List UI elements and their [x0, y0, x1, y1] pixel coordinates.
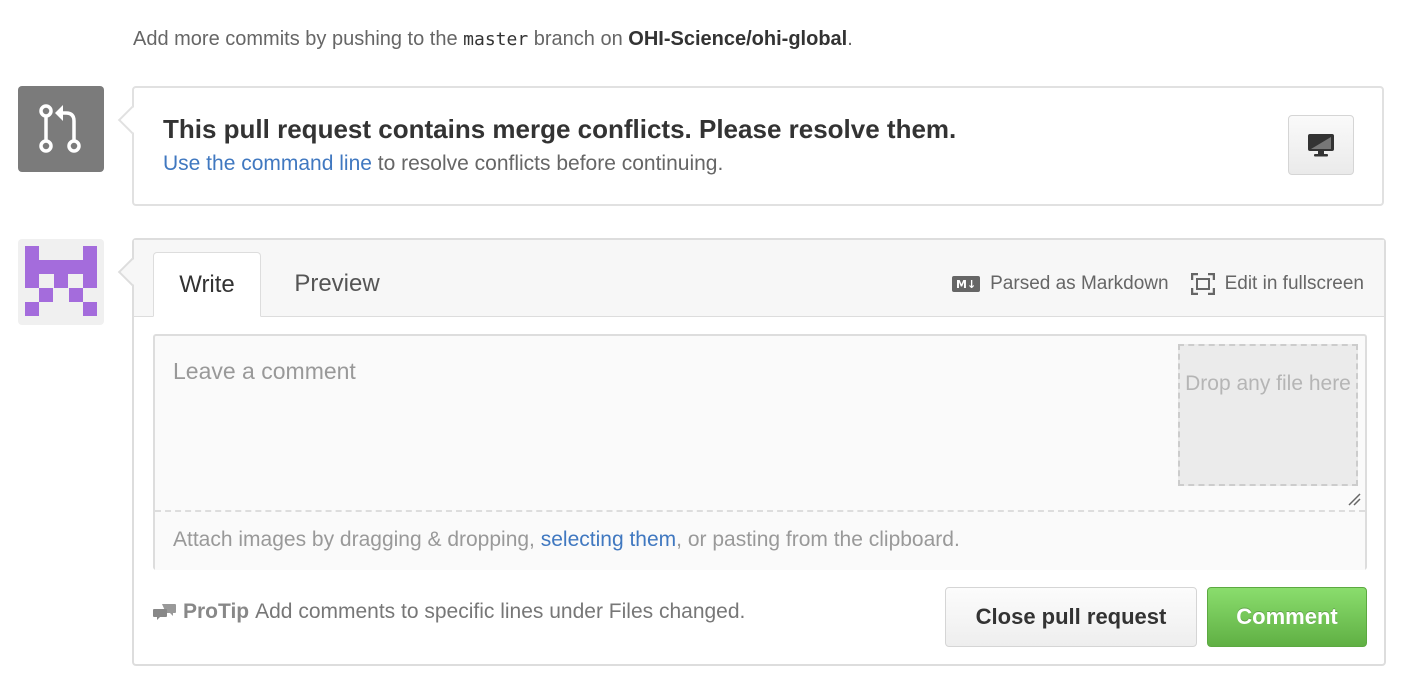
file-drop-zone[interactable]: Drop any file here [1178, 344, 1358, 486]
merge-conflict-panel: This pull request contains merge conflic… [117, 86, 1384, 206]
command-line-link[interactable]: Use the command line [163, 152, 372, 175]
avatar[interactable] [18, 239, 104, 325]
markdown-icon: M↓ [952, 276, 981, 292]
markdown-help-link[interactable]: M↓ Parsed as Markdown [952, 273, 1169, 295]
desktop-icon [1308, 134, 1334, 157]
open-desktop-button[interactable] [1288, 115, 1354, 175]
fullscreen-button[interactable]: Edit in fullscreen [1190, 273, 1364, 295]
tab-write[interactable]: Write [153, 252, 261, 317]
comment-textarea[interactable]: Leave a comment Drop any file here Attac… [153, 334, 1367, 570]
attach-images-bar: Attach images by dragging & dropping, se… [155, 510, 1365, 570]
comment-form: Write Preview M↓ Parsed as Markdown Edit… [117, 238, 1386, 666]
comment-button[interactable]: Comment [1207, 587, 1367, 647]
merge-conflict-title: This pull request contains merge conflic… [163, 114, 957, 144]
comment-placeholder: Leave a comment [173, 358, 356, 384]
protip: ProTip Add comments to specific lines un… [153, 600, 745, 624]
resize-handle-icon[interactable] [1347, 492, 1361, 506]
close-pull-request-button[interactable]: Close pull request [945, 587, 1197, 647]
merge-conflict-description: Use the command line to resolve conflict… [163, 152, 724, 175]
push-instructions: Add more commits by pushing to the maste… [133, 28, 853, 50]
repo-name: OHI-Science/ohi-global [628, 28, 848, 50]
comment-tabs: Write Preview M↓ Parsed as Markdown Edit… [134, 240, 1384, 317]
git-pull-request-icon [18, 86, 104, 172]
branch-name: master [463, 29, 529, 50]
fullscreen-icon [1190, 273, 1215, 295]
tab-preview[interactable]: Preview [274, 252, 400, 316]
select-files-link[interactable]: selecting them [541, 528, 676, 551]
comment-discussion-icon [153, 604, 176, 620]
